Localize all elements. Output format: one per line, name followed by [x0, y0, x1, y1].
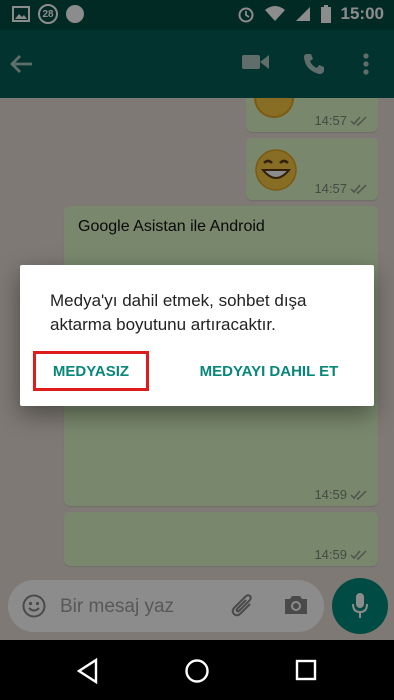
recents-nav-icon[interactable] [295, 659, 317, 681]
dialog-message: Medya'yı dahil etmek, sohbet dışa aktarm… [50, 291, 307, 334]
system-navigation-bar [0, 640, 394, 700]
back-nav-icon[interactable] [76, 658, 100, 684]
without-media-button[interactable]: MEDYASIZ [33, 351, 149, 391]
include-media-button[interactable]: MEDYAYI DAHIL ET [184, 351, 354, 391]
export-chat-dialog: Medya'yı dahil etmek, sohbet dışa aktarm… [20, 265, 374, 406]
home-nav-icon[interactable] [184, 658, 210, 684]
